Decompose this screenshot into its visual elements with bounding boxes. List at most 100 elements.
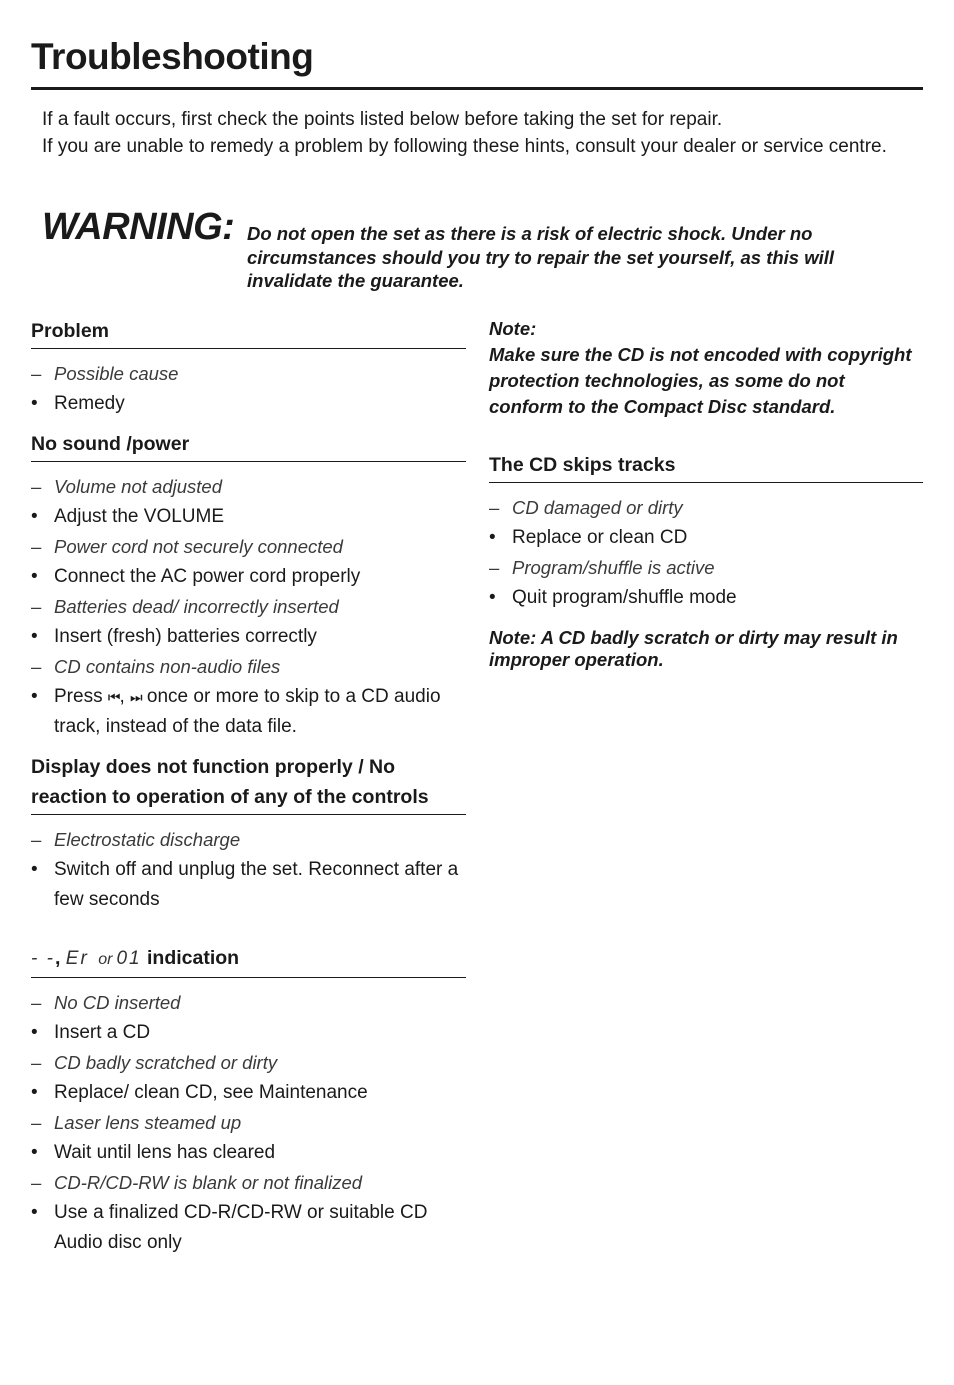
skips-heading: The CD skips tracks (489, 450, 923, 483)
cause-item: – Batteries dead/ incorrectly inserted (31, 592, 466, 622)
legend-section: Problem – Possible cause • Remedy (31, 316, 466, 419)
bullet-marker: • (31, 393, 38, 414)
display-segment-er: Er (65, 948, 89, 969)
cause-item: – Volume not adjusted (31, 472, 466, 502)
cause-text: Power cord not securely connected (54, 536, 343, 557)
remedy-item: • Wait until lens has cleared (31, 1138, 466, 1168)
display-segment-dashes: - - (31, 948, 55, 969)
display-heading: Display does not function properly / No … (31, 752, 466, 815)
skip-previous-icon: ⏮ (107, 689, 121, 705)
remedy-text: Insert a CD (54, 1022, 151, 1043)
remedy-item: • Connect the AC power cord properly (31, 562, 466, 592)
skips-list: – CD damaged or dirty • Replace or clean CD… (489, 493, 923, 613)
cause-text: CD damaged or dirty (512, 497, 683, 518)
cause-item: – Electrostatic discharge (31, 825, 466, 855)
dash-marker: – (31, 829, 42, 850)
note-label: Note: (489, 318, 537, 339)
indication-heading: - -, Er or 01 indication (31, 943, 466, 978)
cause-item: – CD contains non-audio files (31, 652, 466, 682)
cause-item: – CD-R/CD-RW is blank or not finalized (31, 1168, 466, 1198)
bullet-marker: • (31, 1202, 38, 1223)
press-list: • Press ⏮, ⏭ once or more to skip to a C… (31, 682, 466, 742)
scratch-note: Note: A CD badly scratch or dirty may re… (489, 627, 898, 670)
dash-marker: – (31, 363, 42, 384)
cause-text: No CD inserted (54, 992, 181, 1013)
display-segment-01: 01 (116, 948, 142, 969)
dash-marker: – (31, 476, 42, 497)
cause-item: – CD damaged or dirty (489, 493, 923, 523)
remedy-text: Connect the AC power cord properly (54, 566, 361, 587)
bullet-marker: • (489, 587, 496, 608)
dash-marker: – (31, 1112, 42, 1133)
no-sound-heading: No sound /power (31, 429, 466, 462)
remedy-item: • Use a finalized CD-R/CD-RW or suitable … (31, 1198, 466, 1258)
press-prefix: Press (54, 686, 103, 707)
indication-or: or (98, 951, 113, 968)
display-section: Display does not function properly / No … (31, 752, 466, 915)
bullet-marker: • (31, 1142, 38, 1163)
bullet-marker: • (489, 527, 496, 548)
remedy-item: • Replace or clean CD (489, 523, 923, 553)
dash-marker: – (31, 596, 42, 617)
remedy-item: • Adjust the VOLUME (31, 502, 466, 532)
press-separator: , (119, 686, 125, 707)
bullet-marker: • (31, 686, 38, 707)
legend-heading: Problem (31, 316, 466, 349)
dash-marker: – (31, 1172, 42, 1193)
cause-text: Electrostatic discharge (54, 829, 241, 850)
legend-remedy: • Remedy (31, 389, 466, 419)
cause-text: Batteries dead/ incorrectly inserted (54, 596, 339, 617)
dash-marker: – (31, 1052, 42, 1073)
press-item: • Press ⏮, ⏭ once or more to skip to a C… (31, 682, 466, 742)
bullet-marker: • (31, 626, 38, 647)
cause-item: – Laser lens steamed up (31, 1108, 466, 1138)
bullet-marker: • (31, 1082, 38, 1103)
note-text: Make sure the CD is not encoded with cop… (489, 344, 912, 417)
left-column: Problem – Possible cause • Remedy No sou… (31, 316, 466, 1268)
legend-cause: – Possible cause (31, 359, 466, 389)
remedy-text: Switch off and unplug the set. Reconnect… (54, 859, 459, 910)
copyright-note: Note: Make sure the CD is not encoded wi… (489, 316, 923, 420)
legend-list: – Possible cause • Remedy (31, 359, 466, 419)
cause-text: Volume not adjusted (54, 476, 222, 497)
cause-text: Laser lens steamed up (54, 1112, 242, 1133)
remedy-item: • Insert a CD (31, 1018, 466, 1048)
bullet-marker: • (31, 859, 38, 880)
cause-text: CD badly scratched or dirty (54, 1052, 278, 1073)
remedy-text: Wait until lens has cleared (54, 1142, 276, 1163)
cause-item: – Program/shuffle is active (489, 553, 923, 583)
no-sound-list: – Volume not adjusted • Adjust the VOLUME – P… (31, 472, 466, 682)
cause-item: – Power cord not securely connected (31, 532, 466, 562)
dash-marker: – (489, 557, 500, 578)
dash-marker: – (31, 656, 42, 677)
skip-next-icon: ⏭ (130, 689, 143, 705)
warning-text: Do not open the set as there is a risk o… (247, 223, 835, 291)
dash-marker: – (31, 992, 42, 1013)
cause-text: Program/shuffle is active (512, 557, 715, 578)
remedy-item: • Quit program/shuffle mode (489, 583, 923, 613)
title-rule (31, 87, 923, 90)
remedy-text: Replace or clean CD (512, 527, 688, 548)
warning-label: WARNING: (42, 206, 235, 248)
intro: If a fault occurs, first check the point… (42, 106, 902, 160)
right-column: Note: Make sure the CD is not encoded wi… (489, 316, 923, 681)
remedy-text: Use a finalized CD-R/CD-RW or suitable C… (54, 1202, 428, 1253)
remedy-item: • Switch off and unplug the set. Reconnec… (31, 855, 466, 915)
cause-item: – No CD inserted (31, 988, 466, 1018)
intro-line-2: If you are unable to remedy a problem by… (42, 136, 887, 157)
bullet-marker: • (31, 1022, 38, 1043)
remedy-item: • Insert (fresh) batteries correctly (31, 622, 466, 652)
indication-list: – No CD inserted • Insert a CD – CD badly scr… (31, 988, 466, 1258)
display-list: – Electrostatic discharge • Switch off and … (31, 825, 466, 915)
bullet-marker: • (31, 566, 38, 587)
page-title: Troubleshooting (31, 36, 314, 77)
legend-cause-text: Possible cause (54, 363, 179, 384)
skips-section: The CD skips tracks – CD damaged or dirty… (489, 450, 923, 671)
indication-comma: , (54, 947, 61, 969)
cause-text: CD contains non-audio files (54, 656, 281, 677)
remedy-text: Replace/ clean CD, see Maintenance (54, 1082, 368, 1103)
bullet-marker: • (31, 506, 38, 527)
remedy-text: Quit program/shuffle mode (512, 587, 737, 608)
intro-line-1: If a fault occurs, first check the point… (42, 109, 723, 130)
cause-text: CD-R/CD-RW is blank or not finalized (54, 1172, 363, 1193)
